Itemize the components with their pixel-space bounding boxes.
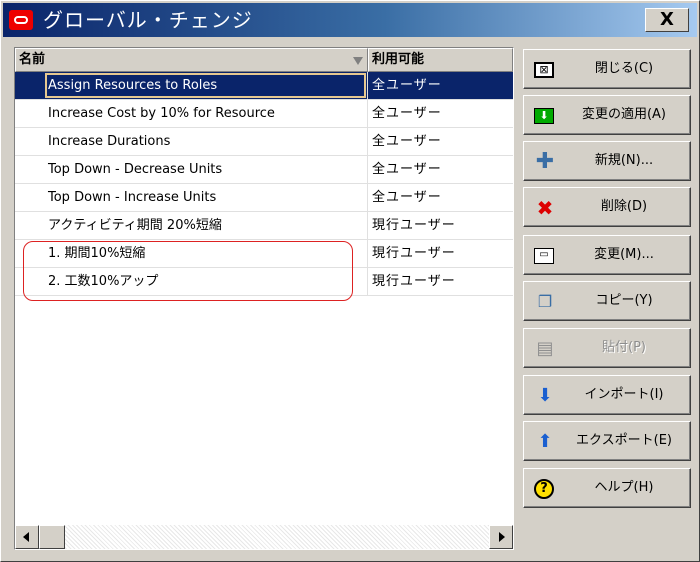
window-title: グローバル・チェンジ xyxy=(43,8,253,32)
column-divider xyxy=(367,128,368,155)
column-header-name[interactable]: 名前 xyxy=(15,48,368,72)
paste-button-label: 貼付(P) xyxy=(602,340,646,355)
sort-icon xyxy=(353,57,363,65)
close-button-label: 閉じる(C) xyxy=(594,61,654,76)
help-button-label: ヘルプ(H) xyxy=(594,480,654,495)
paste-icon: ▤ xyxy=(536,338,554,359)
scroll-left-button[interactable] xyxy=(15,525,39,549)
list-row[interactable]: Assign Resources to Roles 全ユーザー xyxy=(15,72,513,100)
row-name: Top Down - Increase Units xyxy=(48,190,217,205)
row-availability: 全ユーザー xyxy=(372,78,442,93)
row-name: Increase Durations xyxy=(48,134,171,149)
copy-button-label: コピー(Y) xyxy=(595,293,653,308)
new-button[interactable]: ✚ 新規(N)... xyxy=(523,141,691,181)
list-row[interactable]: Increase Durations 全ユーザー xyxy=(15,128,513,156)
modify-button-label: 変更(M)... xyxy=(594,247,654,262)
window-close-button[interactable]: X xyxy=(645,8,689,32)
delete-button-label: 削除(D) xyxy=(600,199,648,214)
help-button[interactable]: ? ヘルプ(H) xyxy=(523,468,691,508)
column-divider xyxy=(367,184,368,211)
row-availability: 全ユーザー xyxy=(372,190,442,205)
delete-x-icon: ✖ xyxy=(536,196,554,220)
global-change-dialog: グローバル・チェンジ X 名前 利用可能 Assign Resources to… xyxy=(0,0,700,562)
export-button-label: エクスポート(E) xyxy=(576,433,672,448)
row-availability: 現行ユーザー xyxy=(372,246,456,261)
row-availability: 全ユーザー xyxy=(372,162,442,177)
help-icon: ? xyxy=(534,479,554,499)
export-arrow-icon: ⬆ xyxy=(537,431,553,452)
paste-button[interactable]: ▤ 貼付(P) xyxy=(523,328,691,368)
column-header-availability[interactable]: 利用可能 xyxy=(368,48,513,72)
scroll-right-button[interactable] xyxy=(489,525,513,549)
column-divider xyxy=(367,156,368,183)
list-header: 名前 利用可能 xyxy=(15,48,513,72)
row-name: Assign Resources to Roles xyxy=(45,73,366,98)
list-row[interactable]: 1. 期間10%短縮 現行ユーザー xyxy=(15,240,513,268)
column-header-name-label: 名前 xyxy=(19,52,46,67)
column-divider xyxy=(367,72,368,99)
modify-button[interactable]: ▭ 変更(M)... xyxy=(523,235,691,275)
row-name: 2. 工数10%アップ xyxy=(48,274,159,289)
copy-icon: ❐ xyxy=(537,292,553,311)
new-button-label: 新規(N)... xyxy=(594,153,654,168)
row-availability: 全ユーザー xyxy=(372,134,442,149)
list-row[interactable]: Increase Cost by 10% for Resource 全ユーザー xyxy=(15,100,513,128)
apply-changes-button[interactable]: ⬇ 変更の適用(A) xyxy=(523,95,691,135)
list-row[interactable]: 2. 工数10%アップ 現行ユーザー xyxy=(15,268,513,296)
edit-icon: ▭ xyxy=(534,248,554,264)
export-button[interactable]: ⬆ エクスポート(E) xyxy=(523,421,691,461)
import-button-label: インポート(I) xyxy=(584,387,664,402)
list-row[interactable]: Top Down - Increase Units 全ユーザー xyxy=(15,184,513,212)
row-name: Top Down - Decrease Units xyxy=(48,162,223,177)
delete-button[interactable]: ✖ 削除(D) xyxy=(523,187,691,227)
row-availability: 現行ユーザー xyxy=(372,274,456,289)
list-row[interactable]: アクティビティ期間 20%短縮 現行ユーザー xyxy=(15,212,513,240)
horizontal-scrollbar[interactable] xyxy=(15,525,513,549)
list-rows: Assign Resources to Roles 全ユーザー Increase C… xyxy=(15,72,513,296)
global-change-list: 名前 利用可能 Assign Resources to Roles 全ユーザー In… xyxy=(14,47,514,550)
column-divider xyxy=(367,240,368,267)
oracle-app-icon xyxy=(9,10,33,30)
column-divider xyxy=(367,212,368,239)
plus-icon: ✚ xyxy=(535,149,555,174)
import-button[interactable]: ⬇ インポート(I) xyxy=(523,375,691,415)
row-name: 1. 期間10%短縮 xyxy=(48,246,146,261)
list-row[interactable]: Top Down - Decrease Units 全ユーザー xyxy=(15,156,513,184)
apply-icon: ⬇ xyxy=(534,108,554,124)
close-button[interactable]: ⊠ 閉じる(C) xyxy=(523,49,691,89)
column-divider xyxy=(367,100,368,127)
import-arrow-icon: ⬇ xyxy=(537,385,553,406)
apply-changes-button-label: 変更の適用(A) xyxy=(581,107,667,122)
row-name: Increase Cost by 10% for Resource xyxy=(48,106,275,121)
row-availability: 全ユーザー xyxy=(372,106,442,121)
scroll-thumb[interactable] xyxy=(39,525,65,549)
column-divider xyxy=(367,268,368,295)
row-name: アクティビティ期間 20%短縮 xyxy=(48,218,222,233)
copy-button[interactable]: ❐ コピー(Y) xyxy=(523,281,691,321)
row-availability: 現行ユーザー xyxy=(372,218,456,233)
close-window-icon: ⊠ xyxy=(534,62,554,78)
title-bar: グローバル・チェンジ X xyxy=(3,3,697,37)
